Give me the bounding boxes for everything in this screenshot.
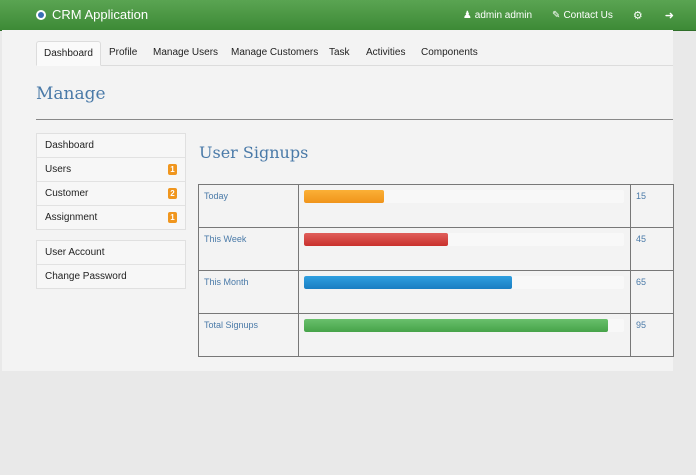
sidebar-item-label: Assignment: [45, 212, 98, 223]
main-content: Dashboard Profile Manage Users Manage Cu…: [2, 30, 674, 371]
row-value: 15: [630, 184, 674, 228]
gear-icon: ⚙: [632, 9, 643, 22]
tab-manage-customers[interactable]: Manage Customers: [224, 41, 325, 64]
progress-cell: [298, 313, 631, 357]
tab-profile[interactable]: Profile: [102, 41, 144, 64]
user-name: admin admin: [474, 9, 533, 21]
logout-button[interactable]: ➜: [665, 9, 674, 22]
table-row: Total Signups 95: [198, 313, 674, 357]
row-value: 65: [630, 270, 674, 314]
count-badge: 1: [168, 212, 177, 223]
app-title: CRM Application: [52, 7, 149, 22]
count-badge: 1: [168, 164, 177, 175]
row-value: 45: [630, 227, 674, 271]
top-navbar: CRM Application ♟ admin admin ✎ Contact …: [0, 0, 696, 31]
progress-cell: [298, 184, 631, 228]
sidebar-item-label: User Account: [45, 247, 105, 258]
nav-tabs: Dashboard Profile Manage Users Manage Cu…: [36, 41, 673, 66]
sidebar-item-dashboard[interactable]: Dashboard: [37, 134, 185, 158]
row-label: This Month: [198, 270, 299, 314]
sidebar-item-assignment[interactable]: Assignment 1: [37, 206, 185, 229]
progress-track: [304, 190, 624, 203]
user-icon: ♟: [462, 9, 472, 21]
sidebar-item-users[interactable]: Users 1: [37, 158, 185, 182]
contact-us-link[interactable]: ✎ Contact Us: [552, 10, 613, 21]
progress-track: [304, 233, 624, 246]
sidebar-item-label: Change Password: [45, 271, 127, 282]
progress-bar: [304, 319, 608, 332]
title-divider: [36, 119, 673, 120]
table-row: This Month 65: [198, 270, 674, 314]
logout-icon: ➜: [664, 9, 674, 22]
edit-icon: ✎: [552, 9, 561, 21]
tab-task[interactable]: Task: [322, 41, 357, 64]
sidebar-item-label: Dashboard: [45, 140, 94, 151]
count-badge: 2: [168, 188, 177, 199]
sidebar-item-label: Users: [45, 164, 72, 175]
sidebar-menu: Dashboard Users 1 Customer 2 Assignment …: [36, 133, 186, 230]
row-value: 95: [630, 313, 674, 357]
app-logo-icon: [36, 9, 46, 20]
tab-manage-users[interactable]: Manage Users: [146, 41, 225, 64]
page-title: Manage: [36, 84, 106, 104]
tab-dashboard[interactable]: Dashboard: [36, 41, 101, 66]
progress-bar: [304, 190, 384, 203]
progress-track: [304, 276, 624, 289]
tab-activities[interactable]: Activities: [359, 41, 412, 64]
user-menu[interactable]: ♟ admin admin: [463, 10, 532, 21]
row-label: Total Signups: [198, 313, 299, 357]
sidebar-item-user-account[interactable]: User Account: [37, 241, 185, 265]
settings-button[interactable]: ⚙: [633, 9, 643, 22]
contact-us-label: Contact Us: [563, 9, 613, 21]
tab-components[interactable]: Components: [414, 41, 485, 64]
progress-cell: [298, 227, 631, 271]
row-label: This Week: [198, 227, 299, 271]
sidebar-account-menu: User Account Change Password: [36, 240, 186, 289]
sidebar-item-customer[interactable]: Customer 2: [37, 182, 185, 206]
row-label: Today: [198, 184, 299, 228]
sidebar-item-change-password[interactable]: Change Password: [37, 265, 185, 288]
app-brand[interactable]: CRM Application: [36, 7, 148, 22]
progress-bar: [304, 276, 512, 289]
progress-bar: [304, 233, 448, 246]
table-row: This Week 45: [198, 227, 674, 271]
progress-cell: [298, 270, 631, 314]
table-row: Today 15: [198, 184, 674, 228]
sidebar-item-label: Customer: [45, 188, 89, 199]
signups-table: Today 15 This Week 45 This Month 65 Total Sign…: [198, 184, 674, 357]
section-title: User Signups: [199, 143, 309, 162]
progress-track: [304, 319, 624, 332]
